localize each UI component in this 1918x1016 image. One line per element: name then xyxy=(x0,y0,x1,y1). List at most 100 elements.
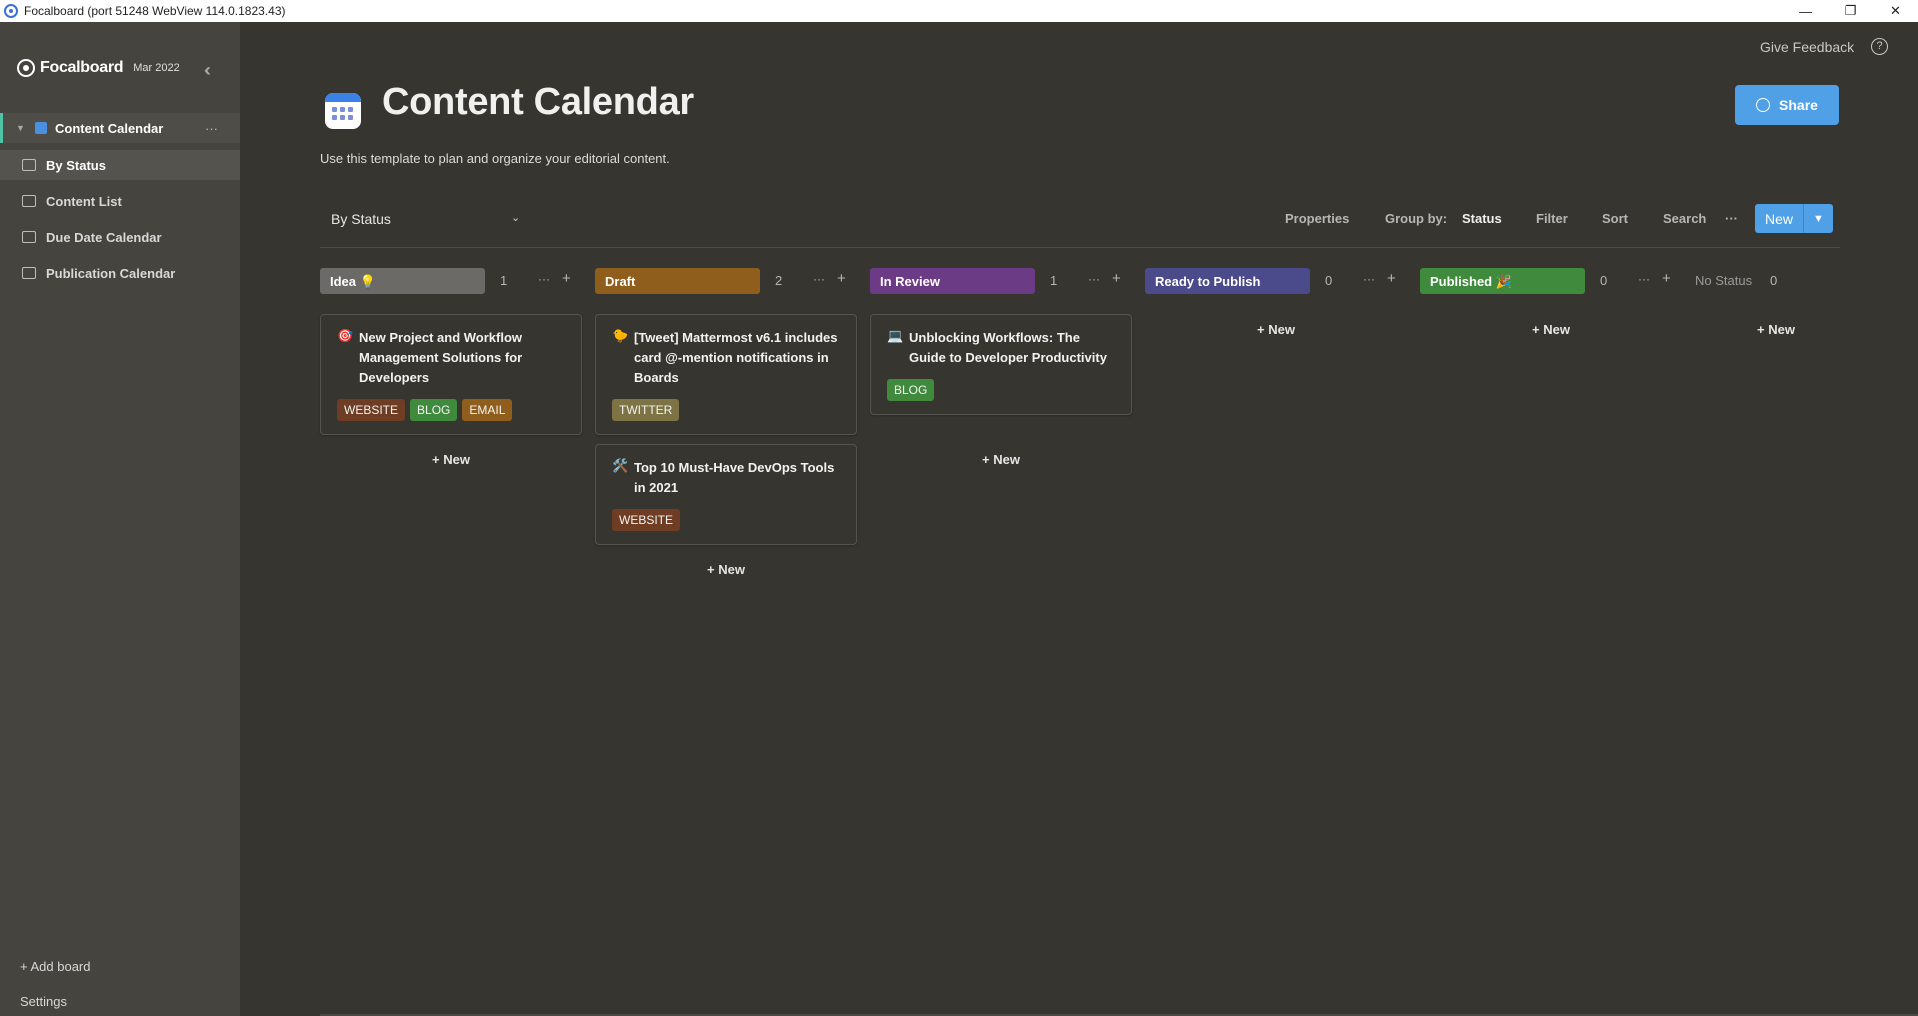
add-new-card-button[interactable]: + New xyxy=(1420,322,1682,337)
table-icon xyxy=(22,195,36,207)
sidebar-view-due-date-calendar[interactable]: Due Date Calendar xyxy=(0,222,240,252)
add-new-card-button[interactable]: + New xyxy=(595,562,857,577)
chevron-down-icon[interactable]: ▼ xyxy=(1803,204,1833,233)
calendar-icon xyxy=(22,267,36,279)
share-button[interactable]: Share xyxy=(1735,85,1839,125)
tag-badge: EMAIL xyxy=(462,399,513,421)
view-label: Content List xyxy=(46,193,122,209)
sidebar-view-content-list[interactable]: Content List xyxy=(0,186,240,216)
group-by-value[interactable]: Status xyxy=(1462,211,1502,226)
more-options-icon[interactable]: ··· xyxy=(1725,211,1738,226)
column-count: 0 xyxy=(1325,273,1333,288)
chevron-down-icon: ⌄ xyxy=(511,212,521,224)
card-title: Top 10 Must-Have DevOps Tools in 2021 xyxy=(634,460,835,495)
column-label[interactable]: Published 🎉 xyxy=(1420,268,1585,294)
calendar-board-icon xyxy=(35,122,47,134)
add-card-icon[interactable]: + xyxy=(1112,270,1121,287)
properties-button[interactable]: Properties xyxy=(1285,211,1349,226)
minimize-button[interactable]: — xyxy=(1783,0,1828,22)
page-title[interactable]: Content Calendar xyxy=(382,81,694,124)
view-toolbar: By Status ⌄ Properties Group by: Status … xyxy=(320,204,1840,248)
tag-badge: BLOG xyxy=(887,379,935,401)
card-tags: TWITTER xyxy=(612,399,840,421)
card-title: [Tweet] Mattermost v6.1 includes card @-… xyxy=(634,330,838,385)
new-card-button[interactable]: New ▼ xyxy=(1755,204,1833,233)
collapse-sidebar-icon[interactable]: ‹‹ xyxy=(204,60,211,81)
card[interactable]: 🎯 New Project and Workflow Management So… xyxy=(320,314,582,435)
close-button[interactable]: ✕ xyxy=(1873,0,1918,22)
column-count: 1 xyxy=(1050,273,1058,288)
card[interactable]: 🐤 [Tweet] Mattermost v6.1 includes card … xyxy=(595,314,857,435)
calendar-icon xyxy=(22,231,36,243)
help-icon[interactable]: ? xyxy=(1871,38,1888,55)
tag-badge: WEBSITE xyxy=(337,399,406,421)
card[interactable]: 🛠️ Top 10 Must-Have DevOps Tools in 2021… xyxy=(595,444,857,545)
add-card-icon[interactable]: + xyxy=(1662,270,1671,287)
column-menu-icon[interactable]: ··· xyxy=(1363,272,1375,286)
tag-badge: BLOG xyxy=(410,399,458,421)
column-label[interactable]: Ready to Publish xyxy=(1145,268,1310,294)
filter-button[interactable]: Filter xyxy=(1536,211,1568,226)
window-titlebar: Focalboard (port 51248 WebView 114.0.182… xyxy=(0,0,1918,22)
add-new-card-button[interactable]: + New xyxy=(1645,322,1907,337)
view-selector-label: By Status xyxy=(331,211,391,227)
search-button[interactable]: Search xyxy=(1663,211,1706,226)
view-label: By Status xyxy=(46,157,106,173)
view-selector[interactable]: By Status ⌄ xyxy=(331,211,520,227)
tag-badge: TWITTER xyxy=(612,399,680,421)
column-menu-icon[interactable]: ··· xyxy=(1088,272,1100,286)
page-description[interactable]: Use this template to plan and organize y… xyxy=(320,151,670,166)
card[interactable]: 💻 Unblocking Workflows: The Guide to Dev… xyxy=(870,314,1132,415)
board-menu-icon[interactable]: ··· xyxy=(205,121,218,136)
expand-caret-icon[interactable]: ▼ xyxy=(16,123,30,133)
view-label: Due Date Calendar xyxy=(46,229,162,245)
add-new-card-button[interactable]: + New xyxy=(870,452,1132,467)
card-tags: WEBSITE BLOG EMAIL xyxy=(337,399,565,421)
window-controls: — ❐ ✕ xyxy=(1783,0,1918,22)
column-count: 0 xyxy=(1770,273,1778,288)
focalboard-logo-icon xyxy=(17,59,35,77)
card-tags: BLOG xyxy=(887,379,1115,401)
board-icon xyxy=(22,159,36,171)
column-menu-icon[interactable]: ··· xyxy=(1638,272,1650,286)
column-label[interactable]: No Status xyxy=(1695,273,1752,288)
sidebar: Focalboard Mar 2022 ‹‹ ▼ Content Calenda… xyxy=(0,22,240,1016)
add-board-button[interactable]: + Add board xyxy=(20,959,90,974)
add-new-card-button[interactable]: + New xyxy=(1145,322,1407,337)
card-tags: WEBSITE xyxy=(612,509,840,531)
brand: Focalboard Mar 2022 xyxy=(17,59,180,77)
brand-name: Focalboard xyxy=(40,59,124,76)
add-card-icon[interactable]: + xyxy=(562,270,571,287)
sort-button[interactable]: Sort xyxy=(1602,211,1628,226)
restore-button[interactable]: ❐ xyxy=(1828,0,1873,22)
column-label[interactable]: In Review xyxy=(870,268,1035,294)
view-label: Publication Calendar xyxy=(46,265,176,281)
board-name: Content Calendar xyxy=(55,120,164,136)
column-menu-icon[interactable]: ··· xyxy=(813,272,825,286)
column-menu-icon[interactable]: ··· xyxy=(538,272,550,286)
card-title: Unblocking Workflows: The Guide to Devel… xyxy=(909,330,1107,365)
focalboard-app-icon xyxy=(4,4,18,18)
add-new-card-button[interactable]: + New xyxy=(320,452,582,467)
give-feedback-link[interactable]: Give Feedback xyxy=(1760,39,1854,55)
sidebar-board-content-calendar[interactable]: ▼ Content Calendar ··· xyxy=(0,113,240,143)
add-card-icon[interactable]: + xyxy=(1387,270,1396,287)
column-count: 2 xyxy=(775,273,783,288)
card-emoji-icon: 🛠️ xyxy=(612,458,629,473)
column-count: 1 xyxy=(500,273,508,288)
tag-badge: WEBSITE xyxy=(612,509,681,531)
column-label[interactable]: Idea 💡 xyxy=(320,268,485,294)
card-emoji-icon: 🐤 xyxy=(612,328,629,343)
group-by-label[interactable]: Group by: xyxy=(1385,211,1447,226)
card-emoji-icon: 💻 xyxy=(887,328,904,343)
new-label[interactable]: New xyxy=(1755,204,1803,233)
column-label[interactable]: Draft xyxy=(595,268,760,294)
brand-version: Mar 2022 xyxy=(133,62,180,74)
add-card-icon[interactable]: + xyxy=(837,270,846,287)
calendar-emoji-icon[interactable] xyxy=(325,93,361,129)
settings-button[interactable]: Settings xyxy=(20,994,67,1009)
sidebar-view-by-status[interactable]: By Status xyxy=(0,150,240,180)
share-label: Share xyxy=(1779,97,1818,113)
card-title: New Project and Workflow Management Solu… xyxy=(359,330,523,385)
sidebar-view-publication-calendar[interactable]: Publication Calendar xyxy=(0,258,240,288)
